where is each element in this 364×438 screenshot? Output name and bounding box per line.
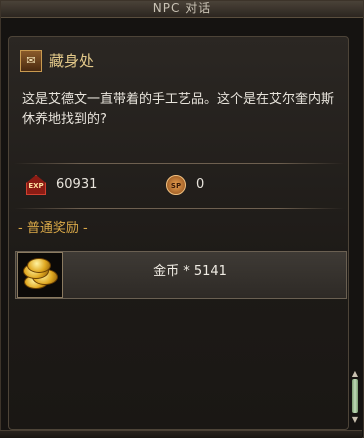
divider [14,208,344,209]
divider [14,163,344,164]
sp-icon: SP [166,175,186,195]
sp-value: 0 [196,177,205,192]
quest-title: 藏身处 [49,52,95,70]
reward-item-label: 金币 * 5141 [153,264,227,279]
exp-value: 60931 [56,177,98,192]
window-title: NPC 对话 [1,1,363,18]
gold-coins-icon[interactable] [17,252,63,298]
dialog-text: 这是艾德文一直带着的手工艺品。这个是在艾尔奎内斯休养地找到的? [22,92,335,127]
scroll-down-icon[interactable]: ▼ [351,416,359,424]
reward-section-label: - 普通奖励 - [18,221,88,236]
scroll-up-icon[interactable]: ▲ [351,370,359,378]
window-bottom-bar [0,430,362,438]
scroll-thumb[interactable] [352,379,358,413]
scroll-badge-icon: ✉ [20,50,42,72]
